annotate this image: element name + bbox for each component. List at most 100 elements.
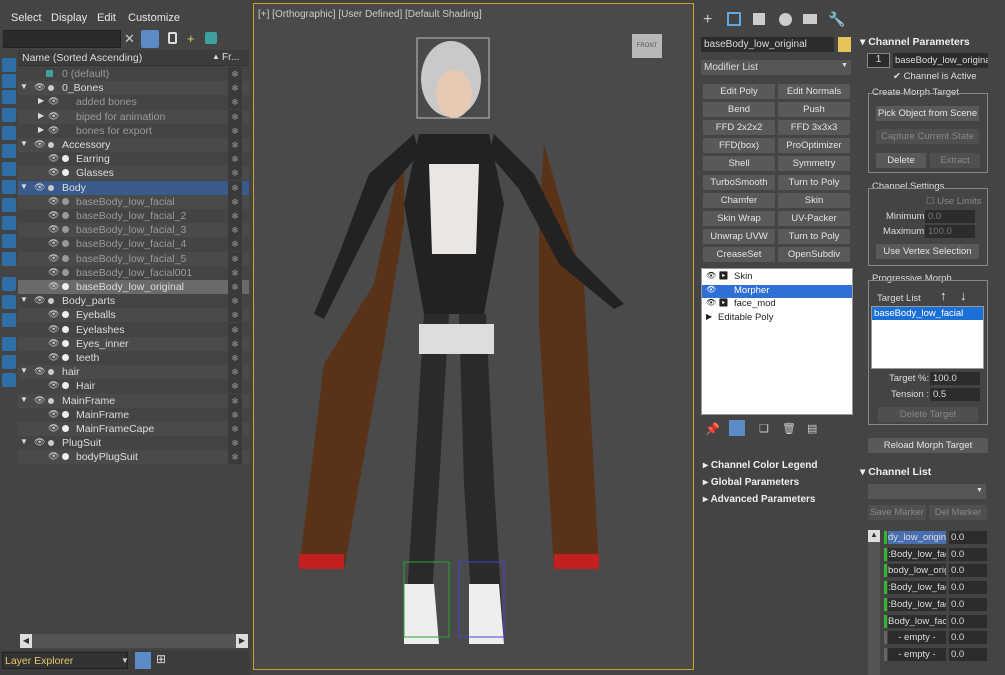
freeze-icon[interactable]: ❄ bbox=[228, 407, 242, 422]
visibility-icon[interactable]: 👁 bbox=[48, 409, 60, 419]
visibility-icon[interactable]: 👁 bbox=[48, 196, 60, 206]
scene-row[interactable]: ▶ 👁 added bones ❄ bbox=[18, 95, 249, 110]
hierarchy-view-icon[interactable]: ⊞ bbox=[156, 652, 170, 669]
move-down-icon[interactable]: ↓ bbox=[960, 288, 967, 303]
utilities-tab-icon[interactable]: 🔧 bbox=[828, 11, 845, 28]
stack-item[interactable]: 👁 ▶ Skin bbox=[702, 271, 852, 284]
freeze-icon[interactable]: ❄ bbox=[228, 67, 242, 81]
channel-name-field[interactable]: baseBody_low_original_ bbox=[893, 53, 988, 68]
freeze-icon[interactable]: ❄ bbox=[228, 223, 242, 238]
freeze-icon[interactable]: ❄ bbox=[228, 322, 242, 337]
scene-row[interactable]: ▼ 👁 MainFrame ❄ bbox=[18, 393, 249, 408]
freeze-icon[interactable]: ❄ bbox=[228, 152, 242, 167]
channel-value-spinner[interactable]: 0.0 bbox=[949, 631, 987, 645]
visibility-icon[interactable]: 👁 bbox=[48, 281, 60, 291]
modifier-stack[interactable]: 👁 ▶ Skin 👁 Morpher 👁 ▶ face_mod ▶ Editable Pol… bbox=[701, 268, 853, 415]
scene-row[interactable]: 👁 baseBody_low_facial001 ❄ bbox=[18, 265, 249, 280]
menu-display[interactable]: Display bbox=[51, 12, 87, 24]
viewport[interactable]: [+] [Orthographic] [User Defined] [Defau… bbox=[253, 3, 694, 670]
menu-select[interactable]: Select bbox=[11, 12, 42, 24]
modifier-button[interactable]: FFD(box) bbox=[703, 138, 775, 154]
channel-name[interactable]: :Body_low_faci bbox=[888, 547, 946, 561]
visibility-icon[interactable]: 👁 bbox=[34, 395, 46, 405]
maximum-spinner[interactable]: 100.0 bbox=[925, 225, 975, 238]
toolbar-tool-icon[interactable] bbox=[2, 277, 16, 291]
scene-row[interactable]: 👁 baseBody_low_facial_2 ❄ bbox=[18, 209, 249, 223]
scene-row[interactable]: 👁 teeth ❄ bbox=[18, 351, 249, 365]
expand-icon[interactable]: ▼ bbox=[20, 366, 28, 375]
visibility-icon[interactable]: 👁 bbox=[48, 324, 60, 334]
delete-target-button[interactable]: Delete Target bbox=[878, 407, 978, 422]
scene-row[interactable]: 👁 baseBody_low_original ❄ bbox=[18, 280, 249, 294]
freeze-icon[interactable]: ❄ bbox=[228, 365, 242, 380]
delete-button[interactable]: Delete bbox=[876, 153, 926, 168]
scene-row[interactable]: 👁 MainFrameCape ❄ bbox=[18, 422, 249, 436]
minimum-spinner[interactable]: 0.0 bbox=[925, 210, 975, 223]
modifier-list-dropdown[interactable]: Modifier List ▼ bbox=[701, 60, 851, 75]
visibility-icon[interactable]: 👁 bbox=[48, 267, 60, 277]
freeze-icon[interactable]: ❄ bbox=[228, 209, 242, 223]
toolbar-tool-icon[interactable] bbox=[2, 126, 16, 140]
toolbar-tool-icon[interactable] bbox=[2, 90, 16, 104]
visibility-icon[interactable]: 👁 bbox=[48, 224, 60, 234]
freeze-icon[interactable]: ❄ bbox=[228, 109, 242, 124]
channel-name[interactable]: :Body_low_faci bbox=[888, 581, 946, 595]
stack-item[interactable]: ▶ Editable Poly bbox=[702, 312, 852, 325]
lock-icon[interactable] bbox=[168, 32, 177, 44]
freeze-icon[interactable]: ❄ bbox=[228, 308, 242, 323]
scene-row[interactable]: 👁 Glasses ❄ bbox=[18, 166, 249, 181]
modifier-button[interactable]: UV-Packer bbox=[778, 210, 850, 226]
channel-value-spinner[interactable]: 0.0 bbox=[949, 581, 987, 595]
stack-item-icon[interactable]: 👁 bbox=[706, 285, 716, 294]
visibility-icon[interactable]: 👁 bbox=[48, 338, 60, 348]
toolbar-tool-icon[interactable] bbox=[2, 74, 16, 88]
freeze-icon[interactable]: ❄ bbox=[228, 81, 242, 96]
toolbar-tool-icon[interactable] bbox=[2, 355, 16, 369]
scene-row[interactable]: ▼ 👁 Body ❄ bbox=[18, 180, 249, 195]
scene-row[interactable]: 👁 Eyeballs ❄ bbox=[18, 308, 249, 323]
channel-name[interactable]: - empty - bbox=[888, 647, 946, 661]
layer-view-icon[interactable] bbox=[135, 652, 151, 669]
freeze-icon[interactable]: ❄ bbox=[228, 422, 242, 436]
scroll-left-icon[interactable]: ◀ bbox=[20, 634, 32, 648]
freeze-icon[interactable]: ❄ bbox=[228, 166, 242, 181]
modifier-button[interactable]: Turn to Poly bbox=[778, 174, 850, 190]
target-list[interactable]: baseBody_low_facial bbox=[871, 306, 984, 369]
scene-row[interactable]: 👁 baseBody_low_facial ❄ bbox=[18, 194, 249, 209]
modifier-button[interactable]: FFD 3x3x3 bbox=[778, 120, 850, 136]
toolbar-tool-icon[interactable] bbox=[2, 108, 16, 122]
scene-row[interactable]: ▶ 👁 bones for export ❄ bbox=[18, 123, 249, 138]
expand-icon[interactable]: ▼ bbox=[20, 82, 28, 91]
channel-name[interactable]: - empty - bbox=[888, 631, 946, 645]
visibility-icon[interactable]: 👁 bbox=[48, 451, 60, 461]
stack-item-icon[interactable]: ▶ bbox=[706, 312, 712, 321]
modifier-button[interactable]: CreaseSet bbox=[703, 246, 775, 262]
visibility-icon[interactable]: 👁 bbox=[48, 153, 60, 163]
modifier-button[interactable]: Symmetry bbox=[778, 156, 850, 172]
explorer-dropdown-icon[interactable]: ▼ bbox=[121, 656, 129, 665]
freeze-icon[interactable]: ❄ bbox=[228, 194, 242, 209]
freeze-icon[interactable]: ❄ bbox=[228, 123, 242, 138]
pick-object-button[interactable]: Pick Object from Scene bbox=[876, 106, 979, 121]
modifier-button[interactable]: ProOptimizer bbox=[778, 138, 850, 154]
stack-item[interactable]: 👁 ▶ face_mod bbox=[702, 298, 852, 311]
channel-list-scrollbar[interactable]: ▲ bbox=[868, 530, 880, 675]
freeze-icon[interactable]: ❄ bbox=[228, 450, 242, 465]
freeze-icon[interactable]: ❄ bbox=[228, 379, 242, 394]
scene-row[interactable]: ▼ 👁 hair ❄ bbox=[18, 365, 249, 380]
scene-row[interactable]: 👁 Eyelashes ❄ bbox=[18, 322, 249, 337]
reload-morph-button[interactable]: Reload Morph Target bbox=[868, 438, 988, 453]
extract-button[interactable]: Extract bbox=[930, 153, 980, 168]
visibility-icon[interactable]: 👁 bbox=[48, 210, 60, 220]
toolbar-tool-icon[interactable] bbox=[2, 313, 16, 327]
scene-row[interactable]: 👁 Hair ❄ bbox=[18, 379, 249, 394]
channel-active-checkbox[interactable]: ✔ Channel is Active bbox=[893, 71, 976, 82]
visibility-icon[interactable]: 👁 bbox=[48, 167, 60, 177]
object-color-swatch[interactable] bbox=[838, 37, 851, 52]
visibility-icon[interactable]: 👁 bbox=[48, 96, 60, 106]
channel-name[interactable]: body_low_origin bbox=[888, 564, 946, 578]
freeze-icon[interactable]: ❄ bbox=[228, 436, 242, 451]
modifier-button[interactable]: Skin bbox=[778, 192, 850, 208]
move-up-icon[interactable]: ↑ bbox=[940, 288, 947, 303]
toolbar-tool-icon[interactable] bbox=[2, 58, 16, 72]
